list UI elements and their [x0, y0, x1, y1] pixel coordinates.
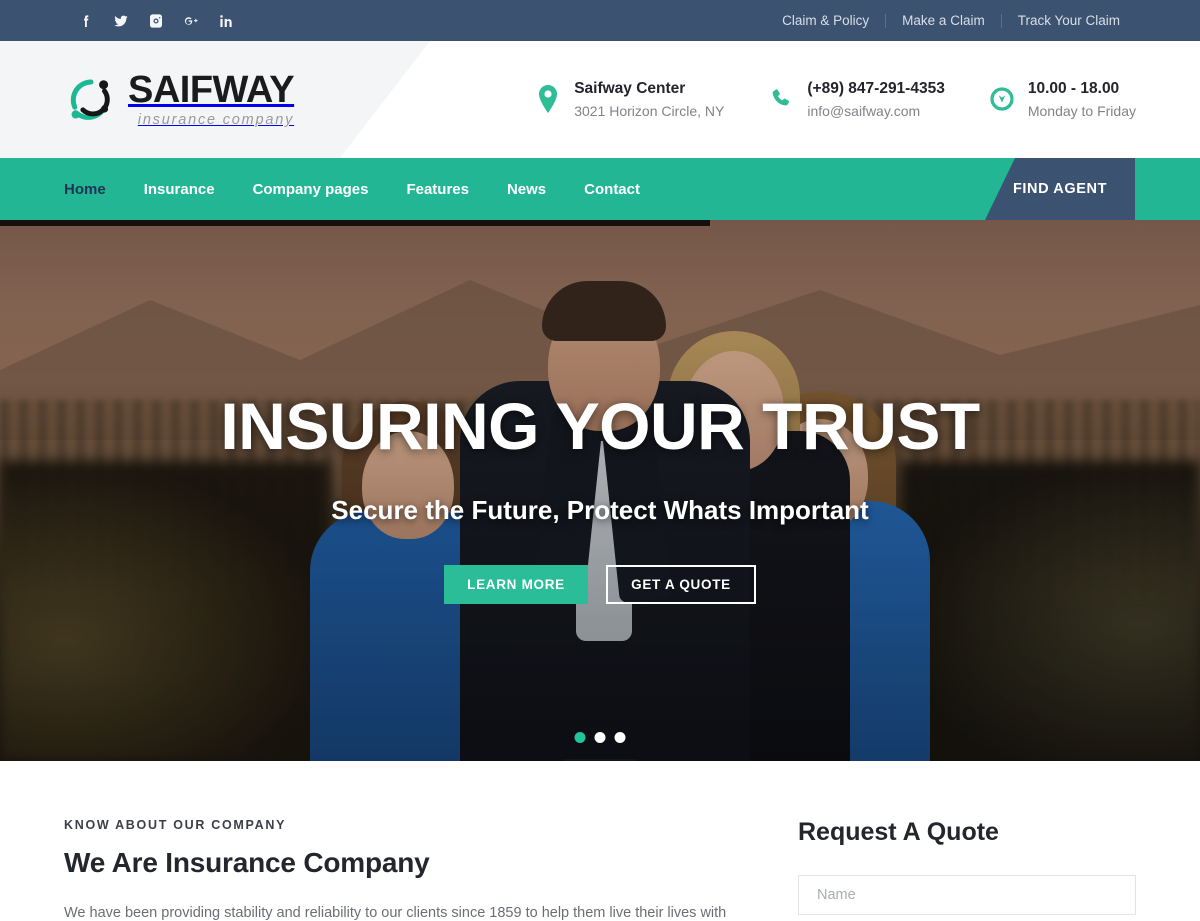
phone-icon: [773, 89, 790, 106]
hero-subtitle: Secure the Future, Protect Whats Importa…: [331, 495, 869, 525]
slider-dot-2[interactable]: [594, 732, 606, 743]
hero-title: INSURING YOUR TRUST: [220, 389, 980, 463]
nav-item-company-pages[interactable]: Company pages: [253, 181, 369, 198]
top-link-claim-policy[interactable]: Claim & Policy: [766, 13, 885, 28]
slider-dot-3[interactable]: [614, 732, 626, 743]
top-bar: Claim & Policy Make a Claim Track Your C…: [0, 0, 1200, 41]
google-plus-icon[interactable]: [183, 13, 199, 29]
logo-mark-icon: [70, 79, 110, 120]
main-navigation: Home Insurance Company pages Features Ne…: [0, 158, 1200, 220]
name-input[interactable]: [817, 887, 1117, 903]
clock-compass-icon: [990, 87, 1014, 112]
linkedin-icon[interactable]: [218, 13, 234, 29]
request-quote-block: Request A Quote: [798, 818, 1136, 921]
logo-tagline: insurance company: [137, 112, 295, 129]
contact-phone: (+89) 847-291-4353 info@saifway.com: [768, 78, 945, 121]
slider-dot-1[interactable]: [574, 732, 586, 743]
about-and-quote-section: KNOW ABOUT OUR COMPANY We Are Insurance …: [0, 761, 1200, 921]
twitter-icon[interactable]: [113, 13, 129, 29]
contact-address: Saifway Center 3021 Horizon Circle, NY: [535, 78, 724, 121]
about-title: We Are Insurance Company: [64, 847, 430, 878]
top-link-make-a-claim[interactable]: Make a Claim: [886, 13, 1001, 28]
about-block: KNOW ABOUT OUR COMPANY We Are Insurance …: [64, 818, 764, 921]
top-bar-links: Claim & Policy Make a Claim Track Your C…: [766, 13, 1136, 28]
contact-address-line2: 3021 Horizon Circle, NY: [574, 102, 725, 119]
facebook-icon[interactable]: [78, 13, 94, 29]
about-eyebrow: KNOW ABOUT OUR COMPANY: [64, 818, 287, 832]
contact-phone-number: (+89) 847-291-4353: [807, 80, 945, 98]
site-header: SAIFWAY insurance company Saifway Center…: [0, 41, 1200, 158]
nav-item-home[interactable]: Home: [64, 181, 106, 198]
top-link-track-your-claim[interactable]: Track Your Claim: [1002, 13, 1136, 28]
nav-item-contact[interactable]: Contact: [584, 181, 640, 198]
get-a-quote-button[interactable]: GET A QUOTE: [606, 565, 756, 604]
contact-hours-time: 10.00 - 18.00: [1027, 80, 1120, 98]
request-quote-title: Request A Quote: [798, 818, 999, 846]
quote-name-field[interactable]: [798, 875, 1136, 915]
social-links: [78, 13, 234, 29]
header-contacts: Saifway Center 3021 Horizon Circle, NY (…: [535, 78, 1136, 121]
nav-item-news[interactable]: News: [507, 181, 546, 198]
nav-item-features[interactable]: Features: [406, 181, 469, 198]
location-pin-icon: [539, 85, 558, 114]
hero-slider: INSURING YOUR TRUST Secure the Future, P…: [0, 220, 1200, 761]
logo-name: SAIFWAY: [128, 69, 295, 112]
contact-hours-days: Monday to Friday: [1027, 102, 1136, 119]
instagram-icon[interactable]: [148, 13, 164, 29]
contact-hours: 10.00 - 18.00 Monday to Friday: [989, 78, 1136, 121]
contact-email: info@saifway.com: [807, 102, 921, 119]
slider-pagination: [574, 732, 626, 743]
about-body-text: We have been providing stability and rel…: [64, 905, 727, 921]
site-logo[interactable]: SAIFWAY insurance company: [64, 69, 295, 129]
contact-address-line1: Saifway Center: [574, 80, 686, 98]
learn-more-button[interactable]: LEARN MORE: [444, 565, 588, 604]
nav-item-insurance[interactable]: Insurance: [144, 181, 215, 198]
